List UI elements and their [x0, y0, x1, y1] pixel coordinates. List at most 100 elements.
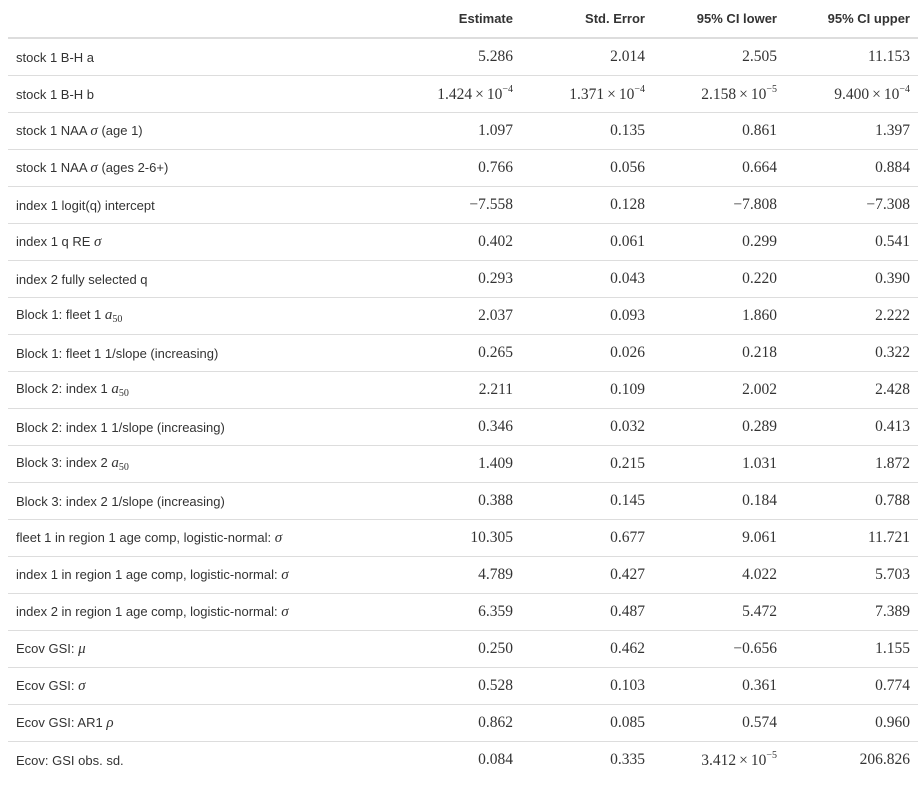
base: 10 [618, 86, 635, 103]
table-row: index 1 q RE σ 0.402 0.061 0.299 0.541 [8, 223, 918, 261]
parameter-label: stock 1 NAA σ (age 1) [8, 112, 398, 150]
table-row: stock 1 NAA σ (ages 2-6+) 0.766 0.056 0.664… [8, 149, 918, 187]
label-text: Ecov GSI: [16, 677, 79, 693]
label-text: index 1 in region 1 age comp, logistic-n… [16, 566, 282, 582]
cell-estimate: 1.409 [398, 445, 521, 483]
cell-ci-lower: 0.361 [653, 667, 785, 705]
cell-std-error: 0.135 [521, 112, 653, 150]
cell-ci-upper: 9.400 × 10−4 [785, 75, 918, 113]
mantissa: 1.371 [569, 86, 605, 103]
mantissa: 1.424 [437, 86, 473, 103]
label-text: stock 1 NAA [16, 159, 91, 175]
table-row: Ecov GSI: AR1 ρ 0.862 0.085 0.574 0.960 [8, 704, 918, 742]
label-text: Block 2: index 1 1/slope (increasing) [16, 419, 225, 435]
cell-std-error: 1.371 × 10−4 [521, 75, 653, 113]
cell-ci-upper: −7.308 [785, 186, 918, 224]
math-symbol: σ [90, 159, 98, 176]
parameter-label: stock 1 NAA σ (ages 2-6+) [8, 149, 398, 187]
cell-ci-lower: 0.220 [653, 260, 785, 298]
cell-std-error: 0.056 [521, 149, 653, 187]
cell-ci-lower: 5.472 [653, 593, 785, 631]
cell-estimate: −7.558 [398, 186, 521, 224]
mantissa: 2.158 [701, 86, 737, 103]
cell-ci-upper: 0.884 [785, 149, 918, 187]
mantissa: 3.412 [701, 752, 737, 769]
cell-ci-upper: 2.222 [785, 297, 918, 335]
cell-ci-upper: 0.541 [785, 223, 918, 261]
math-symbol: ρ [106, 714, 114, 731]
cell-estimate: 0.265 [398, 334, 521, 372]
label-text: Ecov GSI: [16, 640, 79, 656]
cell-ci-lower: 0.218 [653, 334, 785, 372]
table-row: index 2 in region 1 age comp, logistic-n… [8, 593, 918, 631]
table-row: Block 1: fleet 1 1/slope (increasing) 0.2… [8, 334, 918, 372]
math-symbol: σ [78, 677, 86, 694]
label-text: Block 2: index 1 [16, 381, 112, 396]
math-symbol: a50 [104, 307, 123, 325]
math-symbol: μ [78, 640, 86, 657]
cell-estimate: 1.424 × 10−4 [398, 75, 521, 113]
label-text: index 1 q RE [16, 233, 95, 249]
cell-std-error: 2.014 [521, 37, 653, 76]
cell-std-error: 0.026 [521, 334, 653, 372]
parameter-label: Ecov GSI: AR1 ρ [8, 704, 398, 742]
table-row: index 1 logit(q) intercept −7.558 0.128 −7.… [8, 186, 918, 224]
label-text: Block 3: index 2 1/slope (increasing) [16, 493, 225, 509]
cell-ci-upper: 1.155 [785, 630, 918, 668]
label-text: Ecov: GSI obs. sd. [16, 752, 124, 768]
table-row: Ecov GSI: μ 0.250 0.462 −0.656 1.155 [8, 630, 918, 668]
cell-ci-upper: 11.153 [785, 37, 918, 76]
cell-ci-upper: 0.774 [785, 667, 918, 705]
cell-estimate: 0.528 [398, 667, 521, 705]
cell-std-error: 0.043 [521, 260, 653, 298]
exponent: −4 [899, 84, 910, 95]
cell-ci-upper: 2.428 [785, 371, 918, 409]
cell-estimate: 0.250 [398, 630, 521, 668]
parameter-label: Block 2: index 1 1/slope (increasing) [8, 408, 398, 446]
table-row: Block 2: index 1 1/slope (increasing) 0.3… [8, 408, 918, 446]
estimates-table-container: Estimate Std. Error 95% CI lower 95% CI … [8, 0, 918, 778]
label-suffix: (age 1) [97, 122, 143, 138]
cell-std-error: 0.215 [521, 445, 653, 483]
cell-estimate: 6.359 [398, 593, 521, 631]
math-symbol: a50 [111, 381, 129, 399]
cell-ci-lower: −0.656 [653, 630, 785, 668]
parameter-label: index 2 in region 1 age comp, logistic-n… [8, 593, 398, 631]
cell-estimate: 4.789 [398, 556, 521, 594]
table-row: Ecov: GSI obs. sd. 0.084 0.335 3.412 × 10−5 20… [8, 741, 918, 778]
base: 10 [750, 752, 767, 769]
table-row: stock 1 NAA σ (age 1) 1.097 0.135 0.861 1.39… [8, 112, 918, 150]
table-row: stock 1 B-H a 5.286 2.014 2.505 11.153 [8, 37, 918, 76]
cell-std-error: 0.109 [521, 371, 653, 409]
cell-ci-upper: 1.872 [785, 445, 918, 483]
label-text: Block 3: index 2 [16, 455, 112, 470]
parameter-label: index 1 logit(q) intercept [8, 186, 398, 224]
cell-estimate: 2.037 [398, 297, 521, 335]
cell-ci-lower: 0.664 [653, 149, 785, 187]
parameter-label: Block 3: index 2 a50 [8, 445, 398, 483]
math-subscript: 50 [112, 314, 123, 325]
cell-ci-lower: 2.158 × 10−5 [653, 75, 785, 113]
cell-estimate: 0.388 [398, 482, 521, 520]
cell-std-error: 0.487 [521, 593, 653, 631]
parameter-label: Ecov GSI: μ [8, 630, 398, 668]
cell-ci-upper: 5.703 [785, 556, 918, 594]
table-row: index 2 fully selected q 0.293 0.043 0.220 0… [8, 260, 918, 298]
header-parameter [8, 0, 398, 39]
parameter-label: index 2 fully selected q [8, 260, 398, 298]
cell-ci-upper: 0.413 [785, 408, 918, 446]
cell-ci-lower: 4.022 [653, 556, 785, 594]
header-estimate: Estimate [398, 0, 521, 39]
cell-estimate: 10.305 [398, 519, 521, 557]
cell-estimate: 0.346 [398, 408, 521, 446]
cell-estimate: 0.293 [398, 260, 521, 298]
cell-ci-upper: 0.322 [785, 334, 918, 372]
cell-estimate: 2.211 [398, 371, 521, 409]
cell-std-error: 0.677 [521, 519, 653, 557]
parameter-label: stock 1 B-H a [8, 37, 398, 76]
base: 10 [486, 86, 503, 103]
cell-std-error: 0.061 [521, 223, 653, 261]
mantissa: 9.400 [834, 86, 870, 103]
math-symbol: a50 [111, 455, 129, 473]
base: 10 [883, 86, 900, 103]
